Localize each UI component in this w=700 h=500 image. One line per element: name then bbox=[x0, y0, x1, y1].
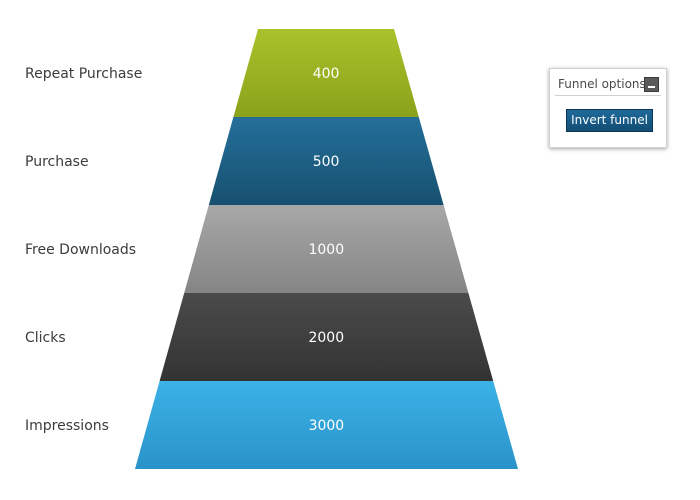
invert-funnel-button[interactable]: Invert funnel bbox=[566, 109, 653, 132]
funnel-value-label: 3000 bbox=[309, 418, 345, 434]
chart-stage: 400 Repeat Purchase 500 Purchase 1000 Free Do… bbox=[0, 0, 700, 500]
funnel-category-label: Purchase bbox=[25, 154, 89, 170]
funnel-options-panel: Funnel options Invert funnel bbox=[549, 68, 667, 148]
funnel-value-label: 2000 bbox=[308, 330, 344, 346]
funnel-category-label: Clicks bbox=[25, 330, 66, 346]
minimize-button[interactable] bbox=[644, 77, 659, 92]
funnel-options-header: Funnel options bbox=[555, 74, 661, 96]
funnel-value-label: 1000 bbox=[308, 242, 344, 258]
funnel-category-label: Impressions bbox=[25, 418, 109, 434]
funnel-value-label: 400 bbox=[313, 66, 340, 82]
funnel-category-label: Repeat Purchase bbox=[25, 66, 142, 82]
minimize-icon bbox=[648, 86, 655, 88]
funnel-value-label: 500 bbox=[313, 154, 340, 170]
funnel-category-label: Free Downloads bbox=[25, 242, 136, 258]
funnel-options-title: Funnel options bbox=[558, 77, 646, 91]
